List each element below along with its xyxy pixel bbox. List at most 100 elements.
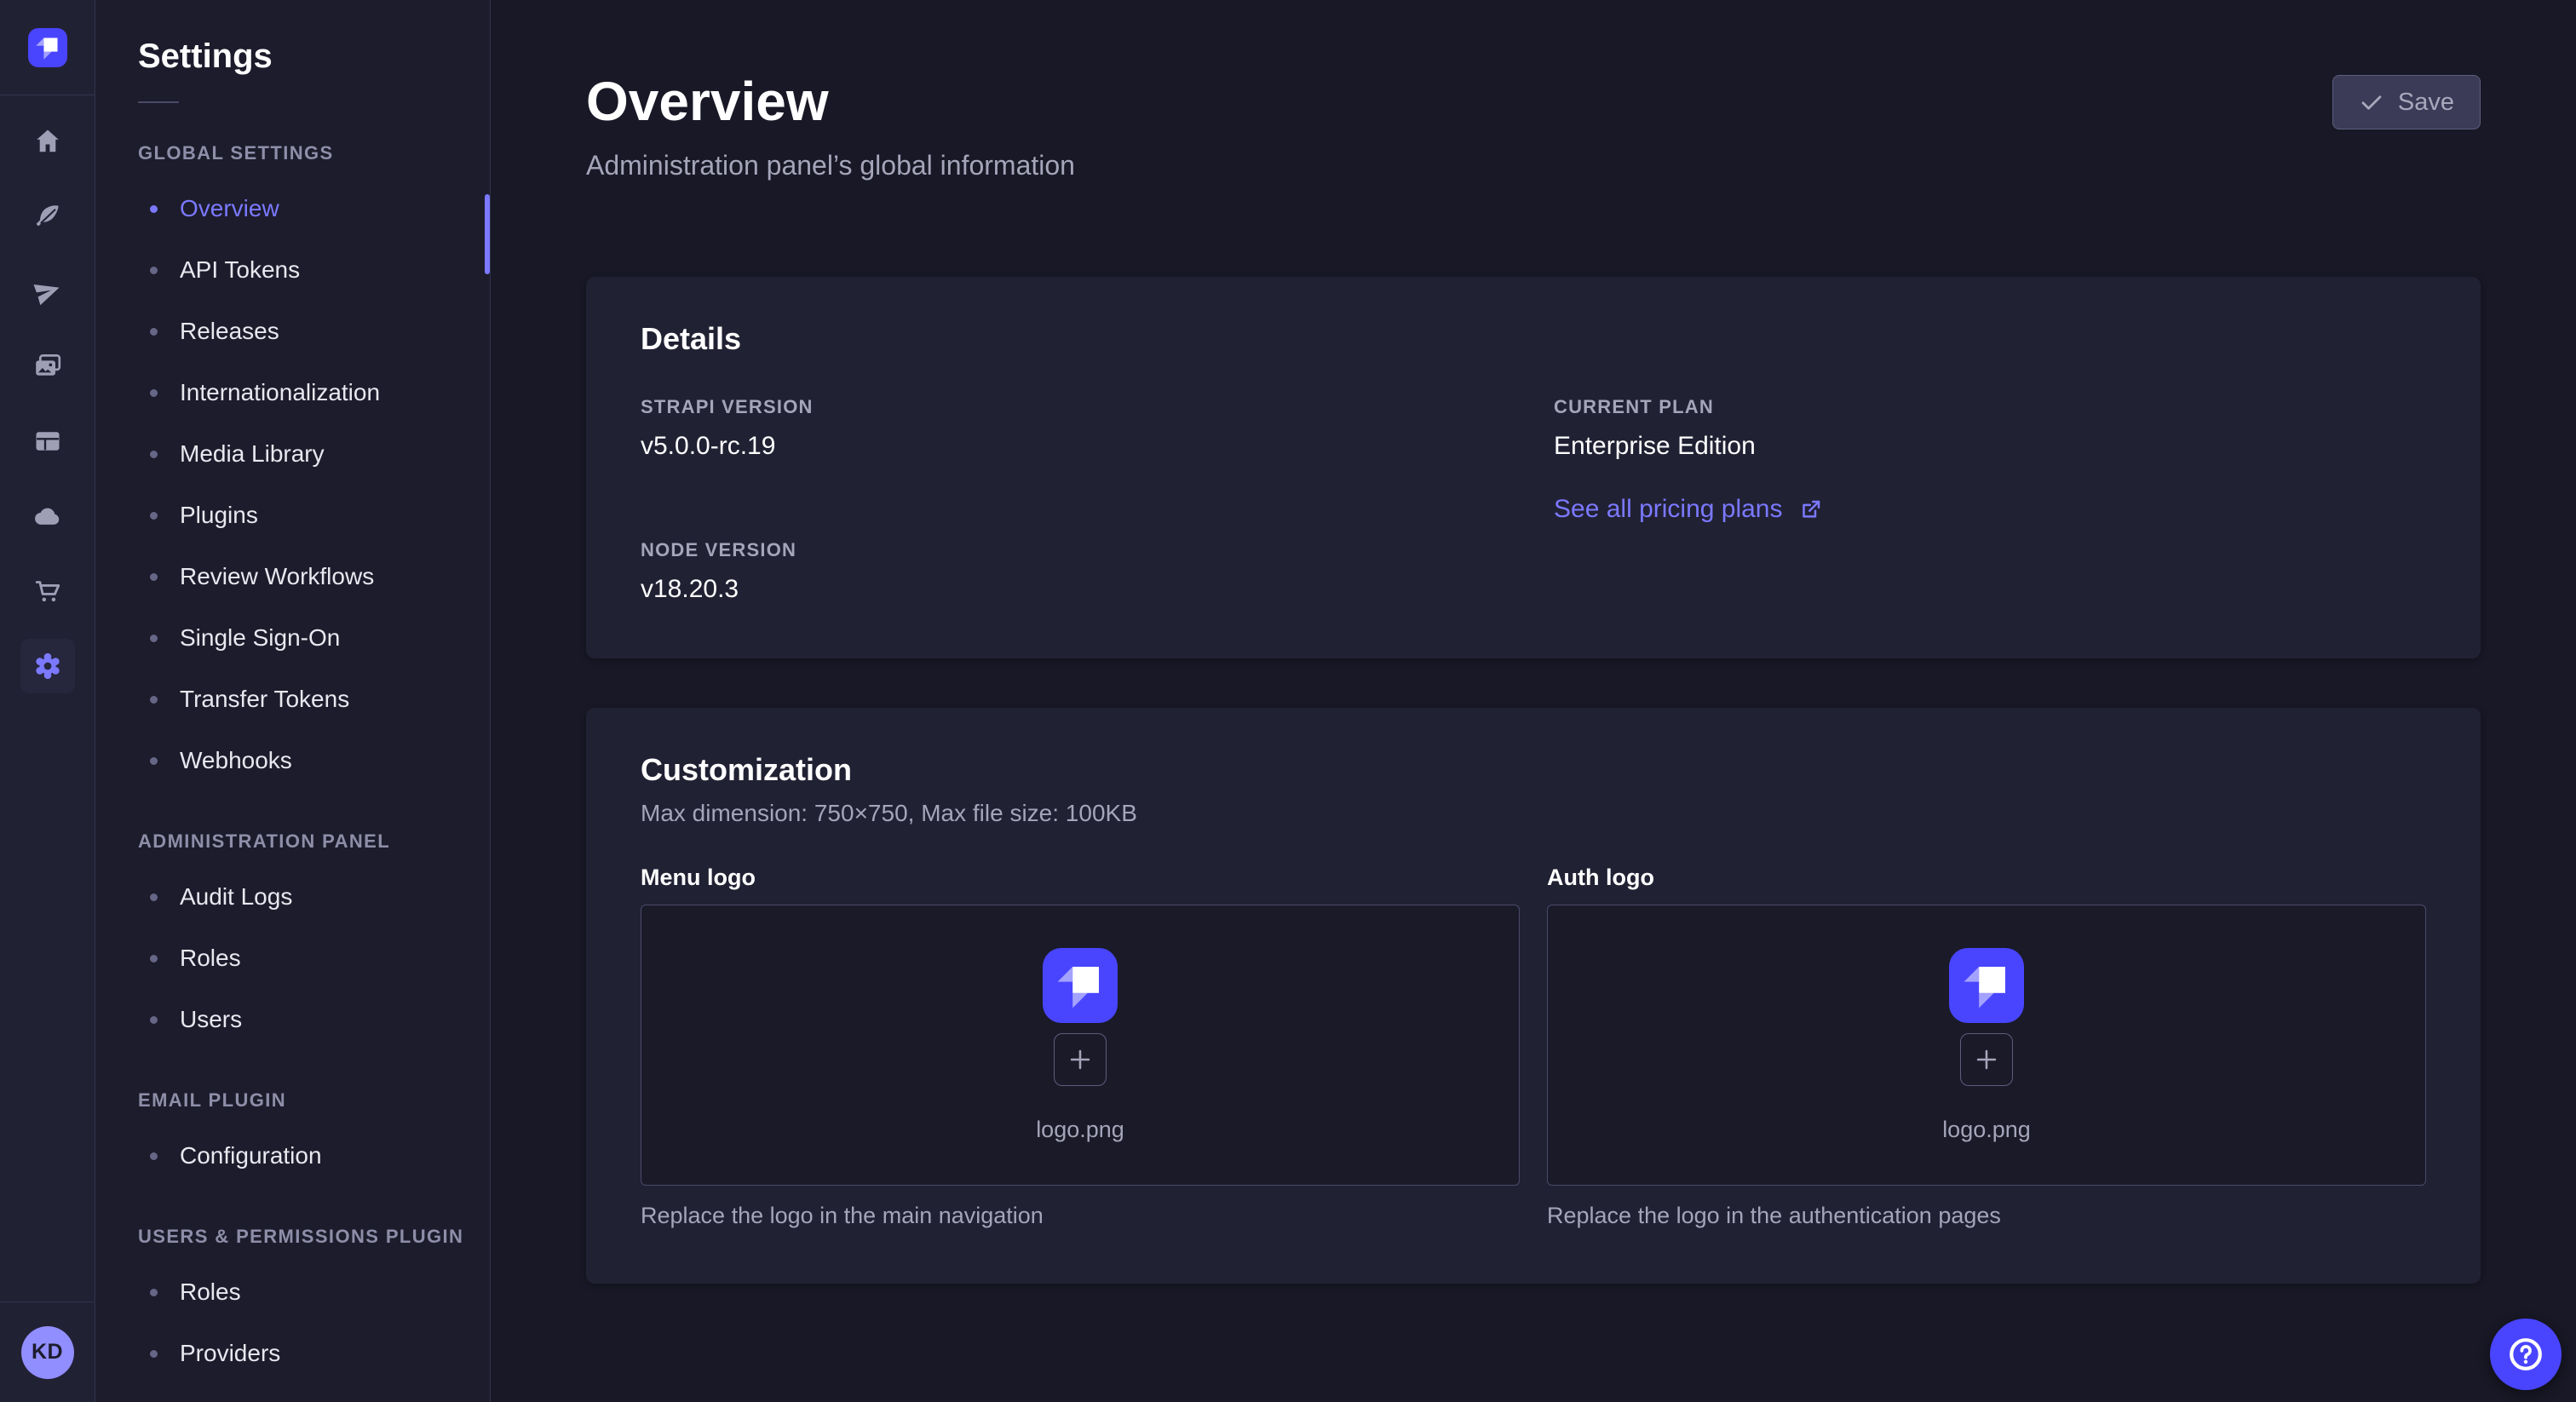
node-version-value: v18.20.3 — [641, 575, 1513, 604]
subnav-item-single-sign-on[interactable]: Single Sign-On — [138, 607, 490, 669]
section-label-administration-panel: ADMINISTRATION PANEL — [138, 830, 490, 853]
subnav-item-plugins[interactable]: Plugins — [138, 485, 490, 546]
menu-logo-filename: logo.png — [1036, 1117, 1124, 1143]
sidebar-icon-nav — [20, 95, 75, 1301]
page-title: Overview — [586, 72, 1075, 131]
question-mark-icon — [2505, 1334, 2546, 1375]
subnav-item-admin-users[interactable]: Users — [138, 989, 490, 1050]
subnav-item-label: Transfer Tokens — [180, 686, 349, 713]
subnav-item-label: Overview — [180, 195, 279, 222]
menu-logo-field: Menu logo logo.png Replace the logo in t… — [641, 865, 1520, 1229]
bullet-icon — [150, 267, 158, 274]
subnav-item-transfer-tokens[interactable]: Transfer Tokens — [138, 669, 490, 730]
menu-logo-preview-icon — [1043, 948, 1118, 1023]
bullet-icon — [150, 205, 158, 213]
main-content: Overview Administration panel’s global i… — [491, 0, 2576, 1402]
menu-logo-hint: Replace the logo in the main navigation — [641, 1203, 1520, 1229]
menu-logo-dropzone[interactable]: logo.png — [641, 905, 1520, 1186]
strapi-admin-screen: KD Settings GLOBAL SETTINGS Overview API… — [0, 0, 2576, 1402]
auth-logo-add-button[interactable] — [1960, 1033, 2013, 1086]
media-library-icon[interactable] — [29, 348, 66, 385]
strapi-logo-icon — [28, 28, 67, 67]
see-all-pricing-plans-link[interactable]: See all pricing plans — [1554, 495, 1824, 524]
bullet-icon — [150, 696, 158, 704]
subnav-item-label: Audit Logs — [180, 883, 292, 911]
subnav-item-label: Providers — [180, 1340, 280, 1367]
content-type-builder-icon[interactable] — [29, 422, 66, 460]
subnav-item-up-roles[interactable]: Roles — [138, 1261, 490, 1323]
bullet-icon — [150, 635, 158, 642]
subnav-item-internationalization[interactable]: Internationalization — [138, 362, 490, 423]
page-header: Overview Administration panel’s global i… — [586, 72, 2481, 181]
subnav-item-label: Webhooks — [180, 747, 292, 774]
subnav-item-overview[interactable]: Overview — [138, 178, 490, 239]
bullet-icon — [150, 512, 158, 520]
subnav-title: Settings — [138, 37, 490, 76]
bullet-icon — [150, 1289, 158, 1296]
current-plan-field: CURRENT PLAN Enterprise Edition — [1554, 396, 2426, 461]
pricing-link-label: See all pricing plans — [1554, 495, 1783, 524]
subnav-item-releases[interactable]: Releases — [138, 301, 490, 362]
bullet-icon — [150, 1152, 158, 1160]
content-manager-icon[interactable] — [29, 198, 66, 235]
subnav-item-email-configuration[interactable]: Configuration — [138, 1125, 490, 1187]
bullet-icon — [150, 1350, 158, 1358]
menu-logo-add-button[interactable] — [1054, 1033, 1107, 1086]
bullet-icon — [150, 328, 158, 336]
customization-card: Customization Max dimension: 750×750, Ma… — [586, 708, 2481, 1284]
nav-list-administration-panel: Audit Logs Roles Users — [138, 866, 490, 1050]
page-subtitle: Administration panel’s global informatio… — [586, 150, 1075, 181]
marketplace-cart-icon[interactable] — [29, 572, 66, 610]
nav-list-email-plugin: Configuration — [138, 1125, 490, 1187]
logo-uploads-grid: Menu logo logo.png Replace the logo in t… — [641, 865, 2426, 1229]
nav-list-global-settings: Overview API Tokens Releases Internation… — [138, 178, 490, 791]
subnav-item-label: Configuration — [180, 1142, 322, 1169]
section-label-global-settings: GLOBAL SETTINGS — [138, 142, 490, 164]
auth-logo-dropzone[interactable]: logo.png — [1547, 905, 2426, 1186]
auth-logo-filename: logo.png — [1942, 1117, 2031, 1143]
plus-icon — [1972, 1045, 2001, 1074]
strapi-version-label: STRAPI VERSION — [641, 396, 1513, 418]
subnav-item-label: Roles — [180, 1278, 241, 1306]
subnav-item-media-library[interactable]: Media Library — [138, 423, 490, 485]
subnav-item-label: Review Workflows — [180, 563, 374, 590]
auth-logo-hint: Replace the logo in the authentication p… — [1547, 1203, 2426, 1229]
subnav-item-label: Media Library — [180, 440, 325, 468]
subnav-item-label: Plugins — [180, 502, 258, 529]
subnav-item-review-workflows[interactable]: Review Workflows — [138, 546, 490, 607]
check-icon — [2359, 89, 2384, 115]
current-plan-label: CURRENT PLAN — [1554, 396, 2426, 418]
main-sidebar: KD — [0, 0, 95, 1402]
subnav-item-label: API Tokens — [180, 256, 300, 284]
bullet-icon — [150, 757, 158, 765]
details-card: Details STRAPI VERSION v5.0.0-rc.19 NODE… — [586, 277, 2481, 658]
auth-logo-preview-icon — [1949, 948, 2024, 1023]
nav-list-users-permissions: Roles Providers — [138, 1261, 490, 1384]
deploy-cloud-icon[interactable] — [29, 497, 66, 535]
section-label-email-plugin: EMAIL PLUGIN — [138, 1089, 490, 1112]
bullet-icon — [150, 1016, 158, 1024]
help-button[interactable] — [2490, 1319, 2562, 1390]
releases-icon[interactable] — [29, 273, 66, 310]
bullet-icon — [150, 451, 158, 458]
home-icon[interactable] — [29, 123, 66, 160]
save-button[interactable]: Save — [2332, 75, 2481, 129]
user-avatar[interactable]: KD — [21, 1326, 74, 1379]
subnav-divider — [138, 101, 179, 103]
subnav-item-webhooks[interactable]: Webhooks — [138, 730, 490, 791]
current-plan-value: Enterprise Edition — [1554, 432, 2426, 461]
subnav-scrollbar-thumb[interactable] — [485, 194, 490, 274]
subnav-item-api-tokens[interactable]: API Tokens — [138, 239, 490, 301]
settings-subnav: Settings GLOBAL SETTINGS Overview API To… — [95, 0, 491, 1402]
subnav-item-up-providers[interactable]: Providers — [138, 1323, 490, 1384]
external-link-icon — [1798, 497, 1824, 522]
strapi-home-logo[interactable] — [0, 0, 95, 95]
settings-gear-icon[interactable] — [20, 639, 75, 693]
auth-logo-label: Auth logo — [1547, 865, 2426, 891]
subnav-item-admin-roles[interactable]: Roles — [138, 928, 490, 989]
menu-logo-label: Menu logo — [641, 865, 1520, 891]
details-grid: STRAPI VERSION v5.0.0-rc.19 NODE VERSION… — [641, 396, 2426, 604]
details-card-title: Details — [641, 321, 2426, 357]
bullet-icon — [150, 893, 158, 901]
subnav-item-audit-logs[interactable]: Audit Logs — [138, 866, 490, 928]
